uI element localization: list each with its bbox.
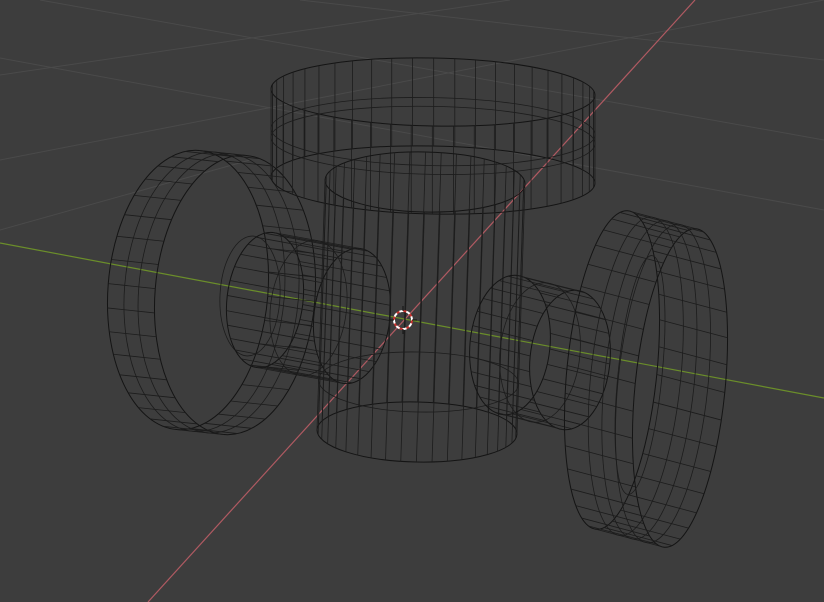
right-wheel[interactable]	[551, 206, 740, 551]
3d-viewport[interactable]	[0, 0, 824, 602]
top-ring[interactable]	[270, 55, 596, 217]
viewport-canvas[interactable]	[0, 0, 824, 602]
floor-grid	[0, 0, 824, 231]
left-axle[interactable]	[219, 228, 398, 388]
right-axle[interactable]	[463, 271, 617, 433]
left-wheel[interactable]	[97, 144, 326, 441]
